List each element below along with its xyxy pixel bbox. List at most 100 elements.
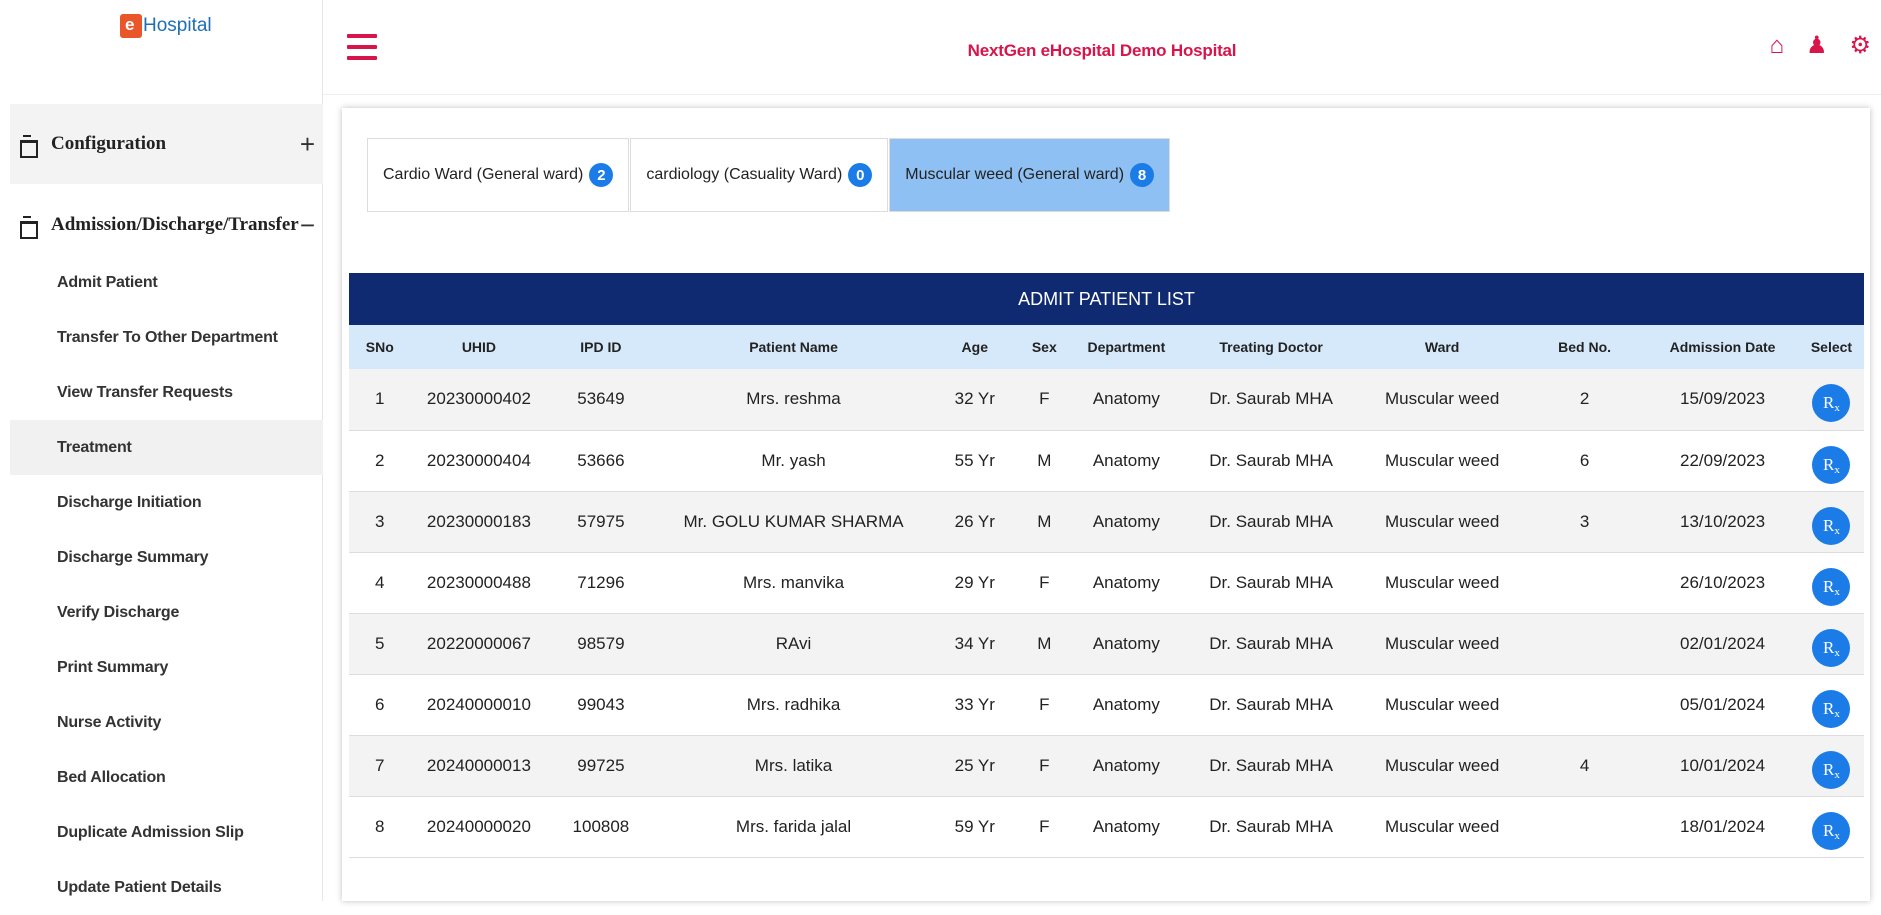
cell-age: 32 Yr [932,369,1017,431]
cell-ward: Muscular weed [1361,491,1524,553]
cell-select: Rx [1798,613,1864,675]
cell-ward: Muscular weed [1361,796,1524,858]
prescription-rx-button[interactable]: Rx [1812,445,1851,484]
cell-ipd-id: 100808 [547,796,655,858]
prescription-rx-button[interactable]: Rx [1812,628,1851,667]
cell-sex: F [1016,369,1072,431]
cell-select: Rx [1798,674,1864,736]
cell-select: Rx [1798,369,1864,431]
app-logo[interactable]: Hospital [120,14,212,38]
cell-bed-no: 4 [1523,735,1647,797]
column-header[interactable]: Bed No. [1523,325,1646,369]
tab-label: cardiology (Casuality Ward) [646,166,843,183]
cell-uhid: 20230000402 [410,369,548,431]
user-icon[interactable]: ♟ [1806,33,1828,59]
sidebar-item-bed-allocation[interactable]: Bed Allocation [10,750,323,805]
prescription-rx-button[interactable]: Rx [1812,567,1851,606]
cell-select: Rx [1798,491,1864,553]
prescription-rx-button[interactable]: Rx [1812,689,1851,728]
cell-sex: F [1016,735,1072,797]
table-row[interactable]: 1 20230000402 53649 Mrs. reshma 32 Yr F … [349,369,1864,431]
cell-bed-no [1523,674,1647,736]
tab-cardio-ward[interactable]: Cardio Ward (General ward) 2 [367,138,630,212]
sidebar-item-verify-discharge[interactable]: Verify Discharge [10,585,323,640]
cell-ward: Muscular weed [1361,430,1524,492]
gear-icon[interactable]: ⚙ [1849,33,1871,59]
cell-patient-name: Mrs. farida jalal [654,796,933,858]
cell-sno: 3 [349,491,411,553]
column-header[interactable]: Treating Doctor [1181,325,1361,369]
cell-department: Anatomy [1071,430,1182,492]
cell-treating-doctor: Dr. Saurab MHA [1181,491,1362,553]
tab-muscular-weed[interactable]: Muscular weed (General ward) 8 [889,138,1171,212]
sidebar-item-transfer-department[interactable]: Transfer To Other Department [10,310,323,365]
column-header[interactable]: Admission Date [1646,325,1799,369]
sidebar-section-configuration[interactable]: Configuration + [10,104,323,184]
table-row[interactable]: 2 20230000404 53666 Mr. yash 55 Yr M Ana… [349,430,1864,492]
cell-department: Anatomy [1071,369,1182,431]
sidebar-item-nurse-activity[interactable]: Nurse Activity [10,695,323,750]
cell-treating-doctor: Dr. Saurab MHA [1181,430,1362,492]
prescription-rx-button[interactable]: Rx [1812,506,1851,545]
logo-mark-icon [120,14,142,38]
cell-select: Rx [1798,796,1864,858]
column-header[interactable]: Patient Name [654,325,932,369]
tab-label: Muscular weed (General ward) [905,166,1125,183]
cell-admission-date: 22/09/2023 [1646,430,1799,492]
table-row[interactable]: 6 20240000010 99043 Mrs. radhika 33 Yr F… [349,674,1864,736]
column-header[interactable]: Sex [1017,325,1072,369]
cell-ward: Muscular weed [1361,369,1524,431]
sidebar-item-view-transfer-requests[interactable]: View Transfer Requests [10,365,323,420]
cell-admission-date: 10/01/2024 [1646,735,1799,797]
column-header[interactable]: IPD ID [547,325,654,369]
sidebar-item-admit-patient[interactable]: Admit Patient [10,255,323,310]
cell-admission-date: 02/01/2024 [1646,613,1799,675]
prescription-rx-button[interactable]: Rx [1812,384,1851,423]
table-row[interactable]: 8 20240000020 100808 Mrs. farida jalal 5… [349,796,1864,858]
expand-icon[interactable]: + [300,129,315,160]
section-title: Admission/Discharge/Transfer [51,214,299,235]
clipboard-icon [20,216,38,239]
admit-patient-table: SNo UHID IPD ID Patient Name Age Sex Dep… [349,325,1864,858]
table-row[interactable]: 3 20230000183 57975 Mr. GOLU KUMAR SHARM… [349,491,1864,553]
sidebar-item-discharge-summary[interactable]: Discharge Summary [10,530,323,585]
tab-cardiology[interactable]: cardiology (Casuality Ward) 0 [630,138,889,212]
cell-admission-date: 05/01/2024 [1646,674,1799,736]
cell-admission-date: 26/10/2023 [1646,552,1799,614]
sidebar-section-adt[interactable]: Admission/Discharge/Transfer − [10,190,323,260]
column-header[interactable]: SNo [349,325,411,369]
cell-ipd-id: 53666 [547,430,655,492]
table-row[interactable]: 4 20230000488 71296 Mrs. manvika 29 Yr F… [349,552,1864,614]
collapse-icon[interactable]: − [300,210,315,241]
table-row[interactable]: 5 20220000067 98579 RAvi 34 Yr M Anatomy… [349,613,1864,675]
table-row[interactable]: 7 20240000013 99725 Mrs. latika 25 Yr F … [349,735,1864,797]
cell-select: Rx [1798,430,1864,492]
cell-sex: M [1016,613,1072,675]
home-icon[interactable]: ⌂ [1769,33,1784,59]
prescription-rx-button[interactable]: Rx [1812,750,1851,789]
column-header[interactable]: Ward [1361,325,1523,369]
sidebar-item-discharge-initiation[interactable]: Discharge Initiation [10,475,323,530]
cell-age: 33 Yr [932,674,1017,736]
cell-patient-name: RAvi [654,613,933,675]
cell-admission-date: 13/10/2023 [1646,491,1799,553]
sidebar-item-treatment[interactable]: Treatment [10,420,323,475]
sidebar-item-update-patient-details[interactable]: Update Patient Details [10,860,323,915]
top-icons: ⌂ ♟ ⚙ [1769,33,1871,59]
cell-patient-name: Mrs. reshma [654,369,933,431]
column-header[interactable]: Select [1799,325,1864,369]
column-header[interactable]: Age [933,325,1017,369]
cell-ipd-id: 71296 [547,552,655,614]
sidebar-item-duplicate-admission-slip[interactable]: Duplicate Admission Slip [10,805,323,860]
sidebar-item-print-summary[interactable]: Print Summary [10,640,323,695]
prescription-rx-button[interactable]: Rx [1812,811,1851,850]
column-header[interactable]: Department [1072,325,1181,369]
cell-uhid: 20230000488 [410,552,548,614]
column-header[interactable]: UHID [411,325,548,369]
cell-sex: M [1016,491,1072,553]
cell-department: Anatomy [1071,796,1182,858]
cell-admission-date: 18/01/2024 [1646,796,1799,858]
cell-uhid: 20230000183 [410,491,548,553]
cell-treating-doctor: Dr. Saurab MHA [1181,369,1362,431]
cell-patient-name: Mrs. latika [654,735,933,797]
